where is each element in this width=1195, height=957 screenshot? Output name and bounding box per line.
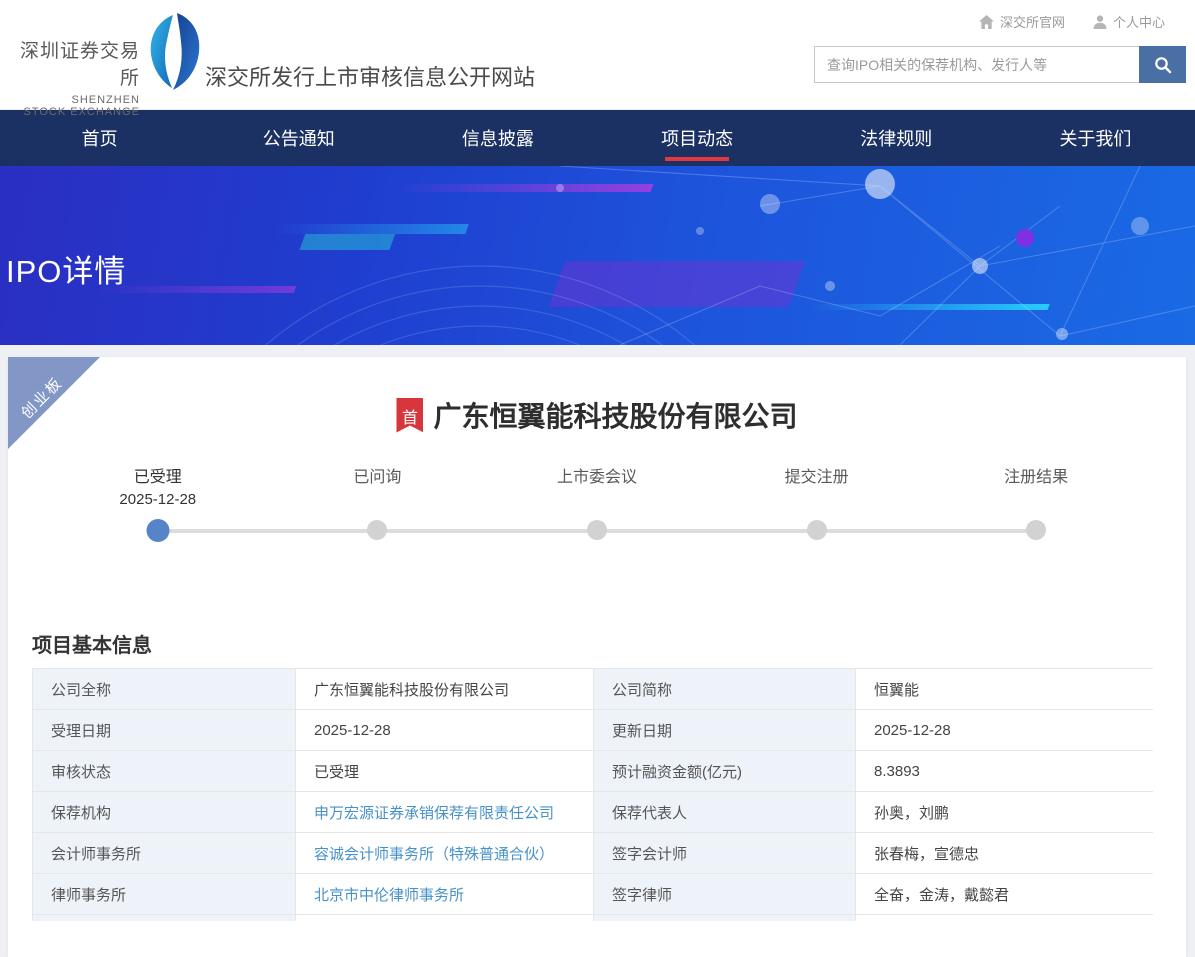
user-icon xyxy=(1093,15,1107,29)
step-label: 提交注册 xyxy=(707,467,927,489)
first-issue-badge: 首 xyxy=(396,398,423,433)
active-tab-underline xyxy=(665,157,729,161)
step-label: 注册结果 xyxy=(926,467,1146,489)
step-dot xyxy=(587,520,607,540)
row-value-right xyxy=(856,915,1154,922)
row-label-left: 审核状态 xyxy=(33,751,296,792)
nav-item-6[interactable]: 关于我们 xyxy=(996,110,1195,166)
page-banner: IPO详情 xyxy=(0,166,1195,345)
row-value-left: 申万宏源证券承销保荐有限责任公司 xyxy=(296,792,594,833)
nav-item-label: 法律规则 xyxy=(860,125,932,151)
table-row-5: 会计师事务所 容诚会计师事务所（特殊普通合伙） 签字会计师张春梅，宣德忠 xyxy=(33,833,1154,874)
row-label-right: 签字律师 xyxy=(594,874,856,915)
search-icon xyxy=(1154,56,1172,74)
row-value-left-link[interactable]: 北京市中伦律师事务所 xyxy=(314,887,464,904)
official-site-link[interactable]: 深交所官网 xyxy=(979,12,1065,31)
row-value-left: 容诚会计师事务所（特殊普通合伙） xyxy=(296,833,594,874)
nav-item-label: 信息披露 xyxy=(462,125,534,151)
nav-item-3[interactable]: 信息披露 xyxy=(398,110,597,166)
page-title: IPO详情 xyxy=(6,246,126,291)
timeline-step-3: 上市委会议 xyxy=(487,467,707,559)
nav-item-4[interactable]: 项目动态 xyxy=(598,110,797,166)
nav-item-1[interactable]: 首页 xyxy=(0,110,199,166)
timeline-step-5: 注册结果 xyxy=(926,467,1146,559)
row-label-right xyxy=(594,915,856,922)
top-links: 深交所官网 个人中心 xyxy=(979,12,1165,31)
step-label: 已受理 xyxy=(48,467,268,489)
site-header: 深圳证券交易所 SHENZHEN STOCK EXCHANGE 深交所发行上市审… xyxy=(0,0,1195,110)
row-label-left xyxy=(33,915,296,922)
row-label-left: 受理日期 xyxy=(33,710,296,751)
table-row-6: 律师事务所 北京市中伦律师事务所 签字律师全奋，金涛，戴懿君 xyxy=(33,874,1154,915)
search-button[interactable] xyxy=(1139,46,1186,83)
row-value-left xyxy=(296,915,594,922)
timeline-step-1: 已受理 2025-12-28 xyxy=(48,467,268,559)
row-label-left: 律师事务所 xyxy=(33,874,296,915)
nav-item-label: 项目动态 xyxy=(661,125,733,151)
nav-item-label: 公告通知 xyxy=(263,125,335,151)
step-label: 已问询 xyxy=(268,467,488,489)
search-bar xyxy=(814,46,1186,83)
row-value-right: 张春梅，宣德忠 xyxy=(856,833,1154,874)
step-dot xyxy=(807,520,827,540)
nav-item-label: 关于我们 xyxy=(1059,125,1131,151)
table-row-2: 受理日期2025-12-28更新日期2025-12-28 xyxy=(33,710,1154,751)
row-label-left: 保荐机构 xyxy=(33,792,296,833)
company-title: 广东恒翼能科技股份有限公司 xyxy=(433,395,797,435)
timeline-step-2: 已问询 xyxy=(268,467,488,559)
row-value-left: 2025-12-28 xyxy=(296,710,594,751)
exchange-logo: 深圳证券交易所 SHENZHEN STOCK EXCHANGE xyxy=(8,36,140,118)
row-value-right: 2025-12-28 xyxy=(856,710,1154,751)
section-title: 项目基本信息 xyxy=(32,629,152,658)
row-label-right: 更新日期 xyxy=(594,710,856,751)
home-icon xyxy=(979,15,994,29)
official-site-label: 深交所官网 xyxy=(1000,12,1065,31)
row-value-left: 广东恒翼能科技股份有限公司 xyxy=(296,669,594,710)
logo-cn-text: 深圳证券交易所 xyxy=(8,36,140,90)
row-value-left: 已受理 xyxy=(296,751,594,792)
szse-logo-icon xyxy=(146,12,202,92)
row-value-left-link[interactable]: 容诚会计师事务所（特殊普通合伙） xyxy=(314,846,554,863)
personal-center-link[interactable]: 个人中心 xyxy=(1093,12,1165,31)
row-value-right: 全奋，金涛，戴懿君 xyxy=(856,874,1154,915)
table-row-4: 保荐机构 申万宏源证券承销保荐有限责任公司 保荐代表人孙奥，刘鹏 xyxy=(33,792,1154,833)
main-nav: 首页 公告通知 信息披露 项目动态 法律规则 关于我们 xyxy=(0,110,1195,166)
row-label-right: 公司简称 xyxy=(594,669,856,710)
basic-info-table-wrap: 公司全称广东恒翼能科技股份有限公司公司简称恒翼能受理日期2025-12-28更新… xyxy=(32,668,1153,921)
project-detail-card: 创业板 首 广东恒翼能科技股份有限公司 已受理2025-12-28已问询上市委会… xyxy=(8,357,1186,957)
basic-info-table: 公司全称广东恒翼能科技股份有限公司公司简称恒翼能受理日期2025-12-28更新… xyxy=(32,668,1153,921)
row-value-left-link[interactable]: 申万宏源证券承销保荐有限责任公司 xyxy=(314,805,554,822)
table-row-3: 审核状态已受理预计融资金额(亿元)8.3893 xyxy=(33,751,1154,792)
site-title: 深交所发行上市审核信息公开网站 xyxy=(205,60,535,92)
row-value-left: 北京市中伦律师事务所 xyxy=(296,874,594,915)
step-dot xyxy=(367,520,387,540)
step-date: 2025-12-28 xyxy=(48,491,268,508)
row-value-right: 孙奥，刘鹏 xyxy=(856,792,1154,833)
nav-item-2[interactable]: 公告通知 xyxy=(199,110,398,166)
review-status-timeline: 已受理 2025-12-28已问询上市委会议提交注册注册结果 xyxy=(48,467,1146,559)
step-dot xyxy=(146,519,169,542)
nav-item-label: 首页 xyxy=(82,125,118,151)
logo-en-text-line1: SHENZHEN xyxy=(8,94,140,106)
row-label-left: 公司全称 xyxy=(33,669,296,710)
row-value-right: 8.3893 xyxy=(856,751,1154,792)
table-row-partial xyxy=(33,915,1154,922)
row-label-left: 会计师事务所 xyxy=(33,833,296,874)
timeline-step-4: 提交注册 xyxy=(707,467,927,559)
personal-center-label: 个人中心 xyxy=(1113,12,1165,31)
row-value-right: 恒翼能 xyxy=(856,669,1154,710)
step-dot xyxy=(1026,520,1046,540)
banner-decoration xyxy=(0,166,1195,345)
row-label-right: 签字会计师 xyxy=(594,833,856,874)
nav-item-5[interactable]: 法律规则 xyxy=(797,110,996,166)
step-label: 上市委会议 xyxy=(487,467,707,489)
table-row-1: 公司全称广东恒翼能科技股份有限公司公司简称恒翼能 xyxy=(33,669,1154,710)
row-label-right: 预计融资金额(亿元) xyxy=(594,751,856,792)
search-input[interactable] xyxy=(814,46,1139,83)
row-label-right: 保荐代表人 xyxy=(594,792,856,833)
